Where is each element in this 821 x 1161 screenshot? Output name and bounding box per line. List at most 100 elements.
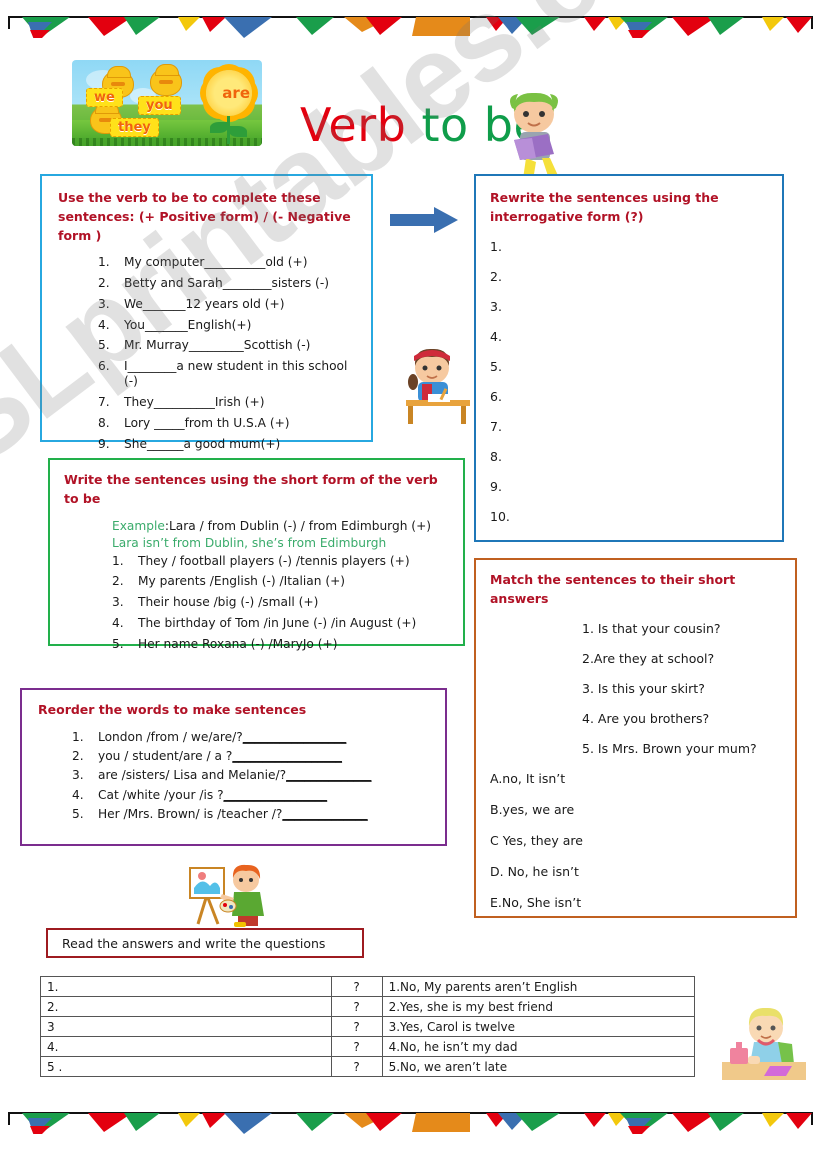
- exercise-match-title: Match the sentences to their short answe…: [490, 571, 783, 609]
- shortform-item: 4.The birthday of Tom /in June (-) /in A…: [112, 616, 453, 631]
- exercise-match-short-answers: A.no, It isn’tB.yes, we areC Yes, they a…: [490, 771, 783, 910]
- example-prompt: :Lara / from Dublin (-) / from Edimburgh…: [165, 519, 431, 533]
- table-cell-question-mark: ?: [331, 997, 382, 1017]
- complete-item-text: Betty and Sarah________sisters (-): [124, 276, 329, 291]
- match-question-item: 1. Is that your cousin?: [582, 621, 783, 636]
- exercise-complete-list: 1.My computer__________old (+)2.Betty an…: [98, 255, 357, 472]
- table-row: 1.?1.No, My parents aren’t English: [41, 977, 695, 997]
- shortform-item: 2.My parents /English (-) /Italian (+): [112, 574, 453, 589]
- complete-item: 2.Betty and Sarah________sisters (-): [98, 276, 357, 291]
- shortform-item-number: 1.: [112, 554, 138, 569]
- reorder-item-blank[interactable]: _________________: [224, 788, 328, 802]
- complete-item: 8.Lory _____from th U.S.A (+): [98, 416, 357, 431]
- shortform-item-text: My parents /English (-) /Italian (+): [138, 574, 345, 589]
- shortform-item-text: They / football players (-) /tennis play…: [138, 554, 410, 569]
- shortform-item-number: 3.: [112, 595, 138, 610]
- reorder-item-blank[interactable]: _________________: [243, 730, 347, 744]
- banner-word-are: are: [222, 84, 250, 102]
- interrogative-item: 9.: [490, 479, 768, 494]
- match-question-item: 5. Is Mrs. Brown your mum?: [582, 741, 783, 756]
- bunting-border-bottom: [0, 1100, 821, 1134]
- complete-item: 7.They__________Irish (+): [98, 395, 357, 410]
- flower-leaf: [210, 122, 228, 133]
- banner-grass-tips: [72, 138, 262, 146]
- table-cell-question-mark: ?: [331, 1057, 382, 1077]
- interrogative-item: 4.: [490, 329, 768, 344]
- table-cell-question[interactable]: 4.: [41, 1037, 332, 1057]
- match-question-item: 3. Is this your skirt?: [582, 681, 783, 696]
- reorder-item: 4.Cat /white /your /is ?________________…: [72, 788, 435, 803]
- shortform-item-text: The birthday of Tom /in June (-) /in Aug…: [138, 616, 416, 631]
- reorder-item-text: Cat /white /your /is ?_________________: [98, 788, 327, 803]
- table-cell-question[interactable]: 3: [41, 1017, 332, 1037]
- exercise-match-questions: 1. Is that your cousin?2.Are they at sch…: [490, 621, 783, 756]
- reorder-item-blank[interactable]: __________________: [232, 749, 342, 763]
- exercise-short-form-example-answer: Lara isn’t from Dublin, she’s from Edimb…: [112, 536, 453, 550]
- reorder-item-text: Her /Mrs. Brown/ is /teacher /?_________…: [98, 807, 368, 822]
- answers-table: 1.?1.No, My parents aren’t English2.?2.Y…: [40, 976, 695, 1077]
- reorder-item-number: 3.: [72, 768, 98, 783]
- bunting-flags-top: [0, 1100, 821, 1134]
- shortform-item: 3.Their house /big (-) /small (+): [112, 595, 453, 610]
- arrow-body: [390, 214, 436, 226]
- exercise-reorder-words: Reorder the words to make sentences 1.Lo…: [20, 688, 447, 846]
- reorder-item-blank[interactable]: ______________: [286, 768, 371, 782]
- interrogative-item: 7.: [490, 419, 768, 434]
- exercise-complete-sentences: Use the verb to be to complete these sen…: [40, 174, 373, 442]
- table-cell-answer: 1.No, My parents aren’t English: [382, 977, 694, 997]
- shortform-item-number: 4.: [112, 616, 138, 631]
- match-answer-item: D. No, he isn’t: [490, 864, 783, 879]
- reorder-item-number: 4.: [72, 788, 98, 803]
- complete-item-number: 4.: [98, 318, 124, 333]
- table-cell-question-mark: ?: [331, 1017, 382, 1037]
- table-row: 4.?4.No, he isn’t my dad: [41, 1037, 695, 1057]
- reorder-item-blank[interactable]: ______________: [282, 807, 367, 821]
- table-cell-answer: 4.No, he isn’t my dad: [382, 1037, 694, 1057]
- reorder-item: 2.you / student/are / a ?_______________…: [72, 749, 435, 764]
- complete-item-number: 3.: [98, 297, 124, 312]
- exercise-interrogative-list: 1.2.3.4.5.6.7.8.9.10.: [490, 239, 768, 524]
- banner-word-they: they: [110, 118, 159, 137]
- interrogative-item: 10.: [490, 509, 768, 524]
- kid-crafts-icon: [718, 1002, 806, 1080]
- shortform-item: 5.Her name Roxana (-) /MaryJo (+): [112, 637, 453, 652]
- reorder-item-text: are /sisters/ Lisa and Melanie/?________…: [98, 768, 371, 783]
- table-cell-question[interactable]: 1.: [41, 977, 332, 997]
- table-row: 2.?2.Yes, she is my best friend: [41, 997, 695, 1017]
- complete-item-number: 2.: [98, 276, 124, 291]
- page-header: we you they are Verb to be: [0, 42, 821, 170]
- interrogative-item: 2.: [490, 269, 768, 284]
- reorder-item-text: London /from / we/are/?_________________: [98, 730, 346, 745]
- girl-writing-at-desk-icon: [398, 344, 476, 426]
- exercise-reorder-list: 1.London /from / we/are/?_______________…: [72, 730, 435, 822]
- exercise-short-form-example: Example:Lara / from Dublin (-) / from Ed…: [112, 519, 453, 533]
- verb-to-be-banner-image: we you they are: [72, 60, 262, 146]
- blue-right-arrow-icon: [390, 207, 462, 233]
- reorder-item: 1.London /from / we/are/?_______________…: [72, 730, 435, 745]
- complete-item-text: You_______English(+): [124, 318, 251, 333]
- complete-item-number: 8.: [98, 416, 124, 431]
- complete-item: 3.We_______12 years old (+): [98, 297, 357, 312]
- table-cell-question[interactable]: 5 .: [41, 1057, 332, 1077]
- complete-item-text: My computer__________old (+): [124, 255, 308, 270]
- complete-item-text: Mr. Murray_________Scottish (-): [124, 338, 310, 353]
- table-cell-question[interactable]: 2.: [41, 997, 332, 1017]
- exercise-interrogative-title-line1: Rewrite the sentences using the: [490, 189, 768, 208]
- match-answer-item: B.yes, we are: [490, 802, 783, 817]
- interrogative-item: 1.: [490, 239, 768, 254]
- exercise-short-form: Write the sentences using the short form…: [48, 458, 465, 646]
- exercise-interrogative-form: Rewrite the sentences using the interrog…: [474, 174, 784, 542]
- complete-item-number: 1.: [98, 255, 124, 270]
- exercise-read-answers-title: Read the answers and write the questions: [62, 936, 325, 951]
- complete-item: 9.She______a good mum(+): [98, 437, 357, 452]
- table-cell-answer: 3.Yes, Carol is twelve: [382, 1017, 694, 1037]
- complete-item-text: I________a new student in this school (-…: [124, 359, 357, 390]
- table-row: 5 .?5.No, we aren’t late: [41, 1057, 695, 1077]
- exercise-interrogative-title-line2: interrogative form (?): [490, 208, 768, 227]
- banner-word-we: we: [86, 88, 123, 107]
- interrogative-item: 5.: [490, 359, 768, 374]
- exercise-match-answers: Match the sentences to their short answe…: [474, 558, 797, 918]
- complete-item: 4.You_______English(+): [98, 318, 357, 333]
- interrogative-item: 8.: [490, 449, 768, 464]
- exercise-complete-title: Use the verb to be to complete these sen…: [58, 189, 357, 245]
